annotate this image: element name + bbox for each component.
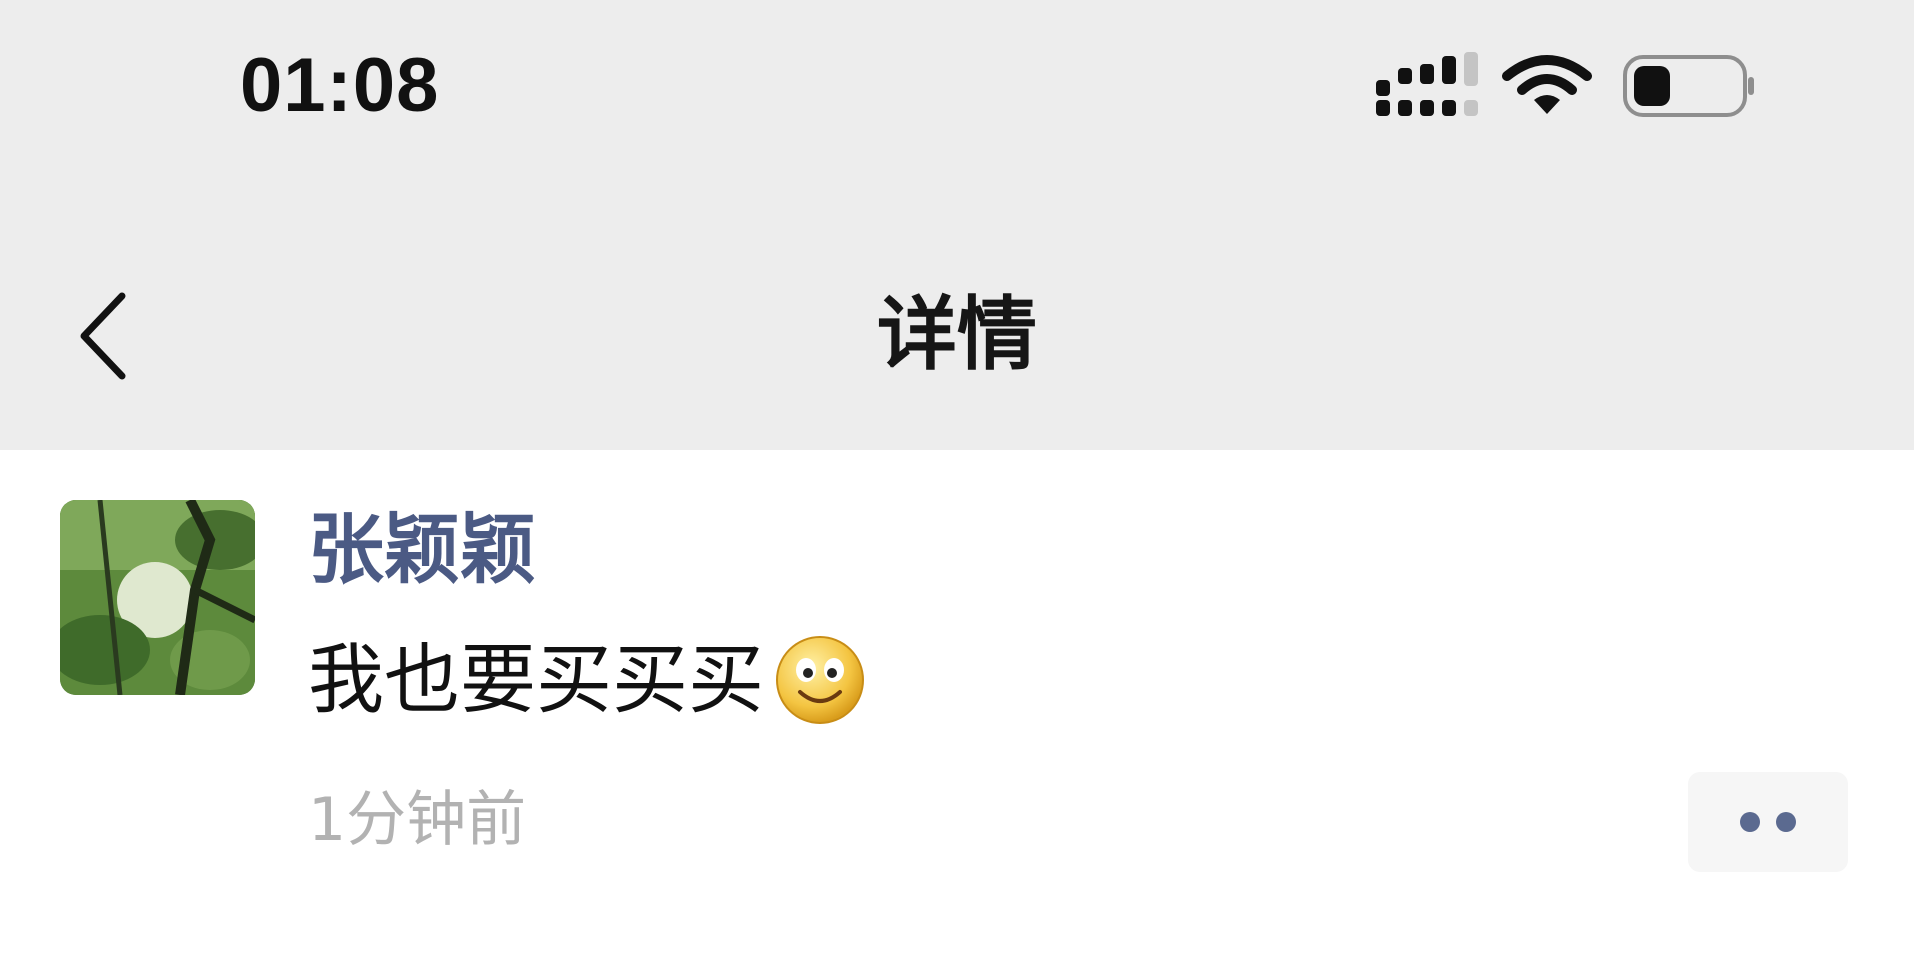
comment-content: 我也要买买买 <box>308 630 866 730</box>
status-time: 01:08 <box>240 43 440 128</box>
avatar-photo <box>60 500 255 695</box>
navigation-bar: 详情 <box>0 260 1914 420</box>
comment-text: 我也要买买买 <box>308 635 764 724</box>
author-name[interactable]: 张颖颖 <box>308 505 536 595</box>
wifi-icon <box>1502 55 1592 114</box>
more-dots-icon <box>1740 812 1760 832</box>
page-title: 详情 <box>877 288 1037 381</box>
battery-icon <box>1623 55 1754 117</box>
smile-emoji-icon <box>776 636 864 724</box>
avatar[interactable] <box>60 500 255 695</box>
header-area: 01:08 详情 <box>0 0 1914 450</box>
more-button[interactable] <box>1688 772 1848 872</box>
detail-screen: 01:08 详情 张颖颖 我也要买买买 1分钟前 <box>0 0 1914 960</box>
cellular-signal-icon <box>1376 52 1478 116</box>
more-dot-2 <box>1776 812 1796 832</box>
comment-timestamp: 1分钟前 <box>308 785 527 855</box>
status-bar: 01:08 <box>0 0 1914 170</box>
comment-item: 张颖颖 我也要买买买 1分钟前 <box>0 450 1914 960</box>
status-icons <box>1370 52 1760 122</box>
